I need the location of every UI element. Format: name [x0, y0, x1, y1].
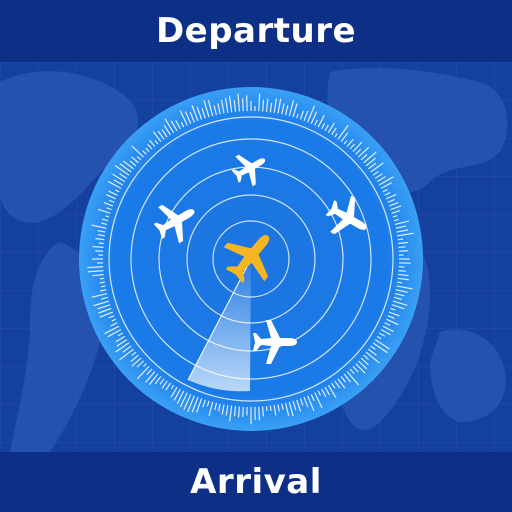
radar-tick: [98, 242, 104, 245]
radar-tick: [397, 238, 404, 241]
arrival-footer: Arrival: [0, 452, 512, 512]
radar-tick: [99, 281, 105, 284]
radar-tick: [100, 285, 106, 288]
radar-tick: [242, 406, 244, 417]
radar-tick: [397, 281, 403, 284]
departure-title: Departure: [155, 11, 357, 51]
radar-tick: [262, 406, 264, 417]
arrival-title: Arrival: [190, 462, 322, 502]
radar-tick: [87, 266, 104, 269]
radar-tick: [398, 246, 406, 248]
app-root: Departure Arrival: [0, 0, 512, 512]
radar-tick: [269, 405, 272, 412]
radar-tick: [241, 98, 244, 112]
radar-tick: [398, 270, 406, 272]
radar-display: [79, 87, 423, 431]
radar-tick: [237, 406, 240, 418]
radar-tick: [258, 406, 261, 421]
departure-header: Departure: [0, 0, 512, 62]
radar-tick: [99, 277, 105, 280]
radar-tick: [92, 245, 104, 248]
